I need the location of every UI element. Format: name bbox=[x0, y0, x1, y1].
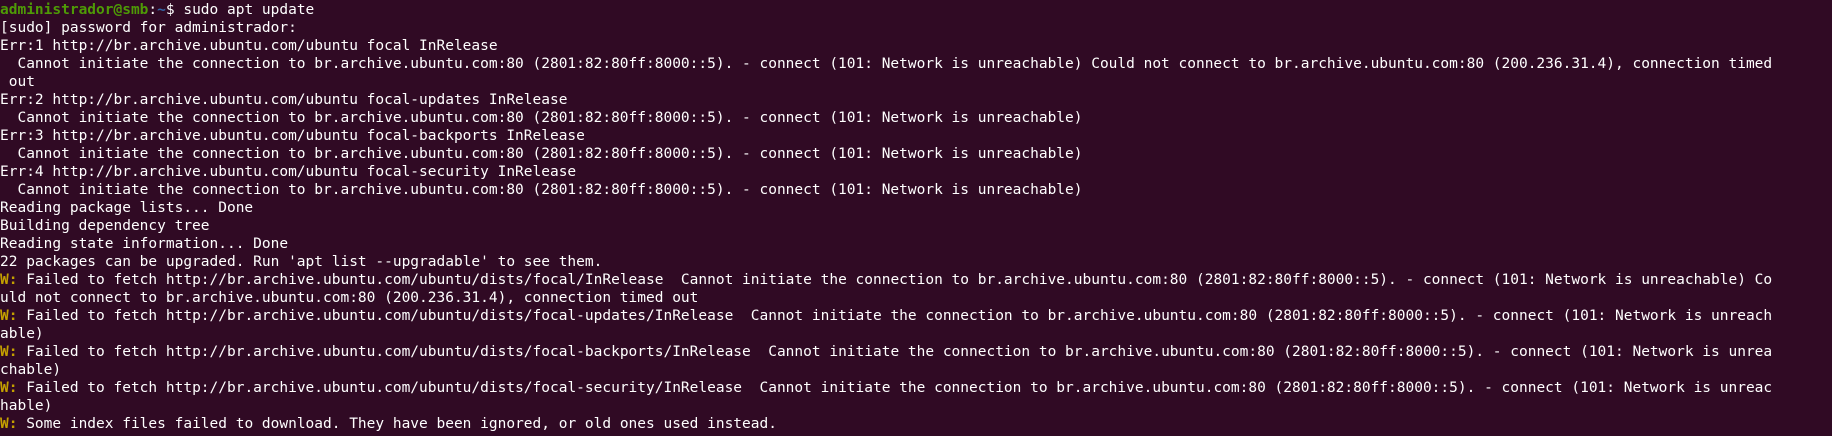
line-text: Failed to fetch http://br.archive.ubuntu… bbox=[17, 380, 1773, 396]
output-line: Err:4 http://br.archive.ubuntu.com/ubunt… bbox=[0, 163, 1832, 181]
output-line: Reading state information... Done bbox=[0, 235, 1832, 253]
line-text: 22 packages can be upgraded. Run 'apt li… bbox=[0, 254, 603, 270]
output-line: Err:1 http://br.archive.ubuntu.com/ubunt… bbox=[0, 37, 1832, 55]
warning-prefix: W: bbox=[0, 308, 18, 324]
prompt-path: ~ bbox=[157, 2, 166, 18]
line-text: Failed to fetch http://br.archive.ubuntu… bbox=[17, 344, 1773, 360]
output-line: Cannot initiate the connection to br.arc… bbox=[0, 109, 1832, 127]
warning-prefix: W: bbox=[0, 272, 18, 288]
terminal-output[interactable]: administrador@smb:~$ sudo apt update [su… bbox=[0, 0, 1832, 436]
warning-prefix: W: bbox=[0, 380, 18, 396]
line-text: Err:3 http://br.archive.ubuntu.com/ubunt… bbox=[0, 128, 585, 144]
line-text: Cannot initiate the connection to br.arc… bbox=[0, 56, 1773, 72]
output-line: Cannot initiate the connection to br.arc… bbox=[0, 55, 1832, 73]
line-text: Err:4 http://br.archive.ubuntu.com/ubunt… bbox=[0, 164, 577, 180]
line-text: Building dependency tree bbox=[0, 218, 210, 234]
warning-line: W: Failed to fetch http://br.archive.ubu… bbox=[0, 379, 1832, 397]
line-text: Failed to fetch http://br.archive.ubuntu… bbox=[17, 308, 1773, 324]
command-text: sudo apt update bbox=[183, 2, 315, 18]
output-line: out bbox=[0, 73, 1832, 91]
output-line: hable) bbox=[0, 397, 1832, 415]
line-text: Reading state information... Done bbox=[0, 236, 289, 252]
output-line: [sudo] password for administrador: bbox=[0, 19, 1832, 37]
line-text: Err:2 http://br.archive.ubuntu.com/ubunt… bbox=[0, 92, 568, 108]
output-line: Reading package lists... Done bbox=[0, 199, 1832, 217]
output-line: Err:3 http://br.archive.ubuntu.com/ubunt… bbox=[0, 127, 1832, 145]
line-text: hable) bbox=[0, 398, 53, 414]
line-text: Reading package lists... Done bbox=[0, 200, 254, 216]
warning-line: W: Failed to fetch http://br.archive.ubu… bbox=[0, 271, 1832, 289]
line-text: chable) bbox=[0, 362, 62, 378]
warning-line: W: Failed to fetch http://br.archive.ubu… bbox=[0, 343, 1832, 361]
line-text: Some index files failed to download. The… bbox=[17, 416, 777, 432]
output-line: uld not connect to br.archive.ubuntu.com… bbox=[0, 289, 1832, 307]
warning-line: W: Failed to fetch http://br.archive.ubu… bbox=[0, 307, 1832, 325]
warning-prefix: W: bbox=[0, 416, 18, 432]
command-prompt-line: administrador@smb:~$ sudo apt update bbox=[0, 1, 1832, 19]
prompt-colon: : bbox=[148, 2, 158, 18]
line-text: out bbox=[0, 74, 35, 90]
prompt-user-host: administrador@smb bbox=[0, 2, 149, 18]
warning-prefix: W: bbox=[0, 344, 18, 360]
line-text: Cannot initiate the connection to br.arc… bbox=[0, 182, 1083, 198]
output-lines: [sudo] password for administrador: Err:1 … bbox=[0, 19, 1832, 433]
output-line: Err:2 http://br.archive.ubuntu.com/ubunt… bbox=[0, 91, 1832, 109]
line-text: Failed to fetch http://br.archive.ubuntu… bbox=[17, 272, 1773, 288]
line-text: uld not connect to br.archive.ubuntu.com… bbox=[0, 290, 699, 306]
line-text: Cannot initiate the connection to br.arc… bbox=[0, 146, 1083, 162]
output-line: able) bbox=[0, 325, 1832, 343]
output-line: 22 packages can be upgraded. Run 'apt li… bbox=[0, 253, 1832, 271]
line-text: Err:1 http://br.archive.ubuntu.com/ubunt… bbox=[0, 38, 498, 54]
line-text: Cannot initiate the connection to br.arc… bbox=[0, 110, 1083, 126]
warning-line: W: Some index files failed to download. … bbox=[0, 415, 1832, 433]
output-line: Building dependency tree bbox=[0, 217, 1832, 235]
output-line: chable) bbox=[0, 361, 1832, 379]
output-line: Cannot initiate the connection to br.arc… bbox=[0, 145, 1832, 163]
line-text: able) bbox=[0, 326, 44, 342]
prompt-dollar: $ bbox=[165, 2, 184, 18]
output-line: Cannot initiate the connection to br.arc… bbox=[0, 181, 1832, 199]
line-text: [sudo] password for administrador: bbox=[0, 20, 297, 36]
